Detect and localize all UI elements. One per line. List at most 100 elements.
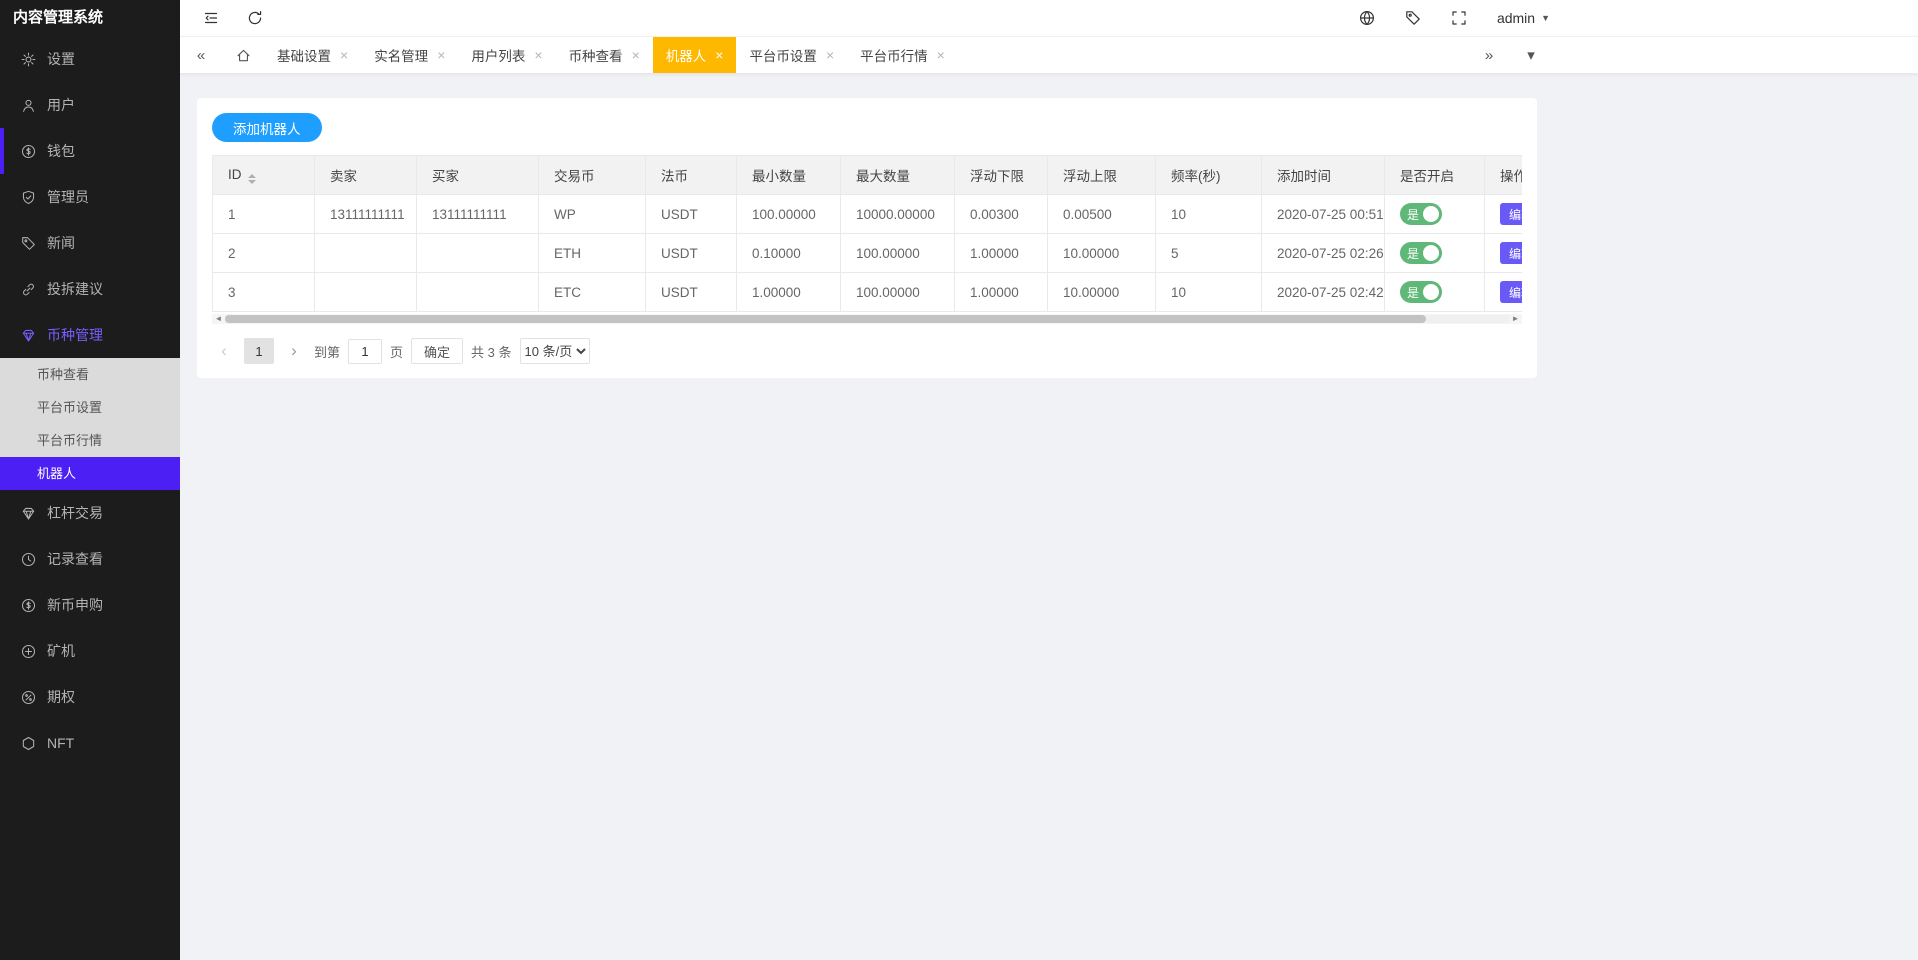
coin-icon <box>21 598 36 613</box>
column-header-3: 交易币 <box>538 155 646 195</box>
cell-coin: ETH <box>538 233 646 273</box>
tab-label: 币种查看 <box>568 49 623 64</box>
refresh-icon[interactable] <box>247 10 263 26</box>
sidebar-subitem-robot[interactable]: 机器人 <box>0 457 180 490</box>
column-header-1: 卖家 <box>314 155 417 195</box>
fullscreen-icon[interactable] <box>1451 10 1467 26</box>
toggle-knob <box>1423 206 1439 222</box>
column-header-11: 是否开启 <box>1384 155 1485 195</box>
sidebar-item-nft[interactable]: NFT <box>0 720 180 766</box>
home-tab-button[interactable] <box>222 37 264 73</box>
cell-float_min: 1.00000 <box>954 272 1048 312</box>
close-icon[interactable]: × <box>937 48 945 62</box>
close-icon[interactable]: × <box>534 48 542 62</box>
user-menu[interactable]: admin ▼ <box>1497 10 1550 26</box>
enabled-toggle[interactable]: 是 <box>1400 281 1442 303</box>
link-icon <box>21 282 36 297</box>
cell-float_max: 10.00000 <box>1047 233 1156 273</box>
tab-item-3[interactable]: 币种查看 × <box>556 37 653 73</box>
enabled-toggle[interactable]: 是 <box>1400 242 1442 264</box>
cell-coin: ETC <box>538 272 646 312</box>
cell-fiat: USDT <box>645 233 737 273</box>
sidebar-item-coin-manage[interactable]: 币种管理 <box>0 312 180 358</box>
sidebar-item-label: 管理员 <box>47 189 89 205</box>
sort-asc-icon[interactable] <box>247 173 256 178</box>
edit-button[interactable]: 编辑 <box>1500 242 1522 264</box>
hexagon-icon <box>21 736 36 751</box>
tag-icon <box>21 236 36 251</box>
tab-label: 机器人 <box>665 49 707 64</box>
sidebar-item-leverage[interactable]: 杠杆交易 <box>0 490 180 536</box>
sidebar-item-label: 杠杆交易 <box>47 505 103 521</box>
column-header-8: 浮动上限 <box>1047 155 1156 195</box>
enabled-toggle[interactable]: 是 <box>1400 203 1442 225</box>
scrollbar-thumb[interactable] <box>225 315 1426 323</box>
app-root: 内容管理系统 设置 用户 钱包 管理员 新闻 投拆建议 币种管理 币种查看 平台币设置 平台币行情… <box>0 0 1918 960</box>
scroll-left-arrow[interactable]: ◄ <box>212 314 225 324</box>
sidebar-item-settings[interactable]: 设置 <box>0 36 180 82</box>
diamond-icon <box>21 328 36 343</box>
column-header-0[interactable]: ID <box>212 155 315 195</box>
tab-item-6[interactable]: 平台币行情 × <box>847 37 958 73</box>
menu-fold-icon[interactable] <box>203 10 219 26</box>
topbar-right: admin ▼ <box>1359 0 1550 36</box>
horizontal-scrollbar[interactable]: ◄ ► <box>212 314 1522 324</box>
edit-button[interactable]: 编辑 <box>1500 203 1522 225</box>
sidebar-item-wallet[interactable]: 钱包 <box>0 128 180 174</box>
column-header-10: 添加时间 <box>1261 155 1385 195</box>
toggle-label: 是 <box>1407 207 1420 222</box>
confirm-page-button[interactable]: 确定 <box>411 338 464 364</box>
sidebar-subitem-platform-coin-settings[interactable]: 平台币设置 <box>0 391 180 424</box>
tabs-scroll-right-button[interactable]: » <box>1468 37 1510 73</box>
cell-fiat: USDT <box>645 272 737 312</box>
tabs-scroll-left-button[interactable]: « <box>180 37 222 73</box>
sort-icons[interactable] <box>247 173 256 184</box>
globe-icon[interactable] <box>1359 10 1375 26</box>
sidebar-item-miner[interactable]: 矿机 <box>0 628 180 674</box>
sidebar-item-admins[interactable]: 管理员 <box>0 174 180 220</box>
sidebar-item-options[interactable]: 期权 <box>0 674 180 720</box>
cell-fiat: USDT <box>645 194 737 234</box>
edit-button[interactable]: 编辑 <box>1500 281 1522 303</box>
sidebar-item-users[interactable]: 用户 <box>0 82 180 128</box>
close-icon[interactable]: × <box>715 48 723 62</box>
sidebar-subitem-coin-view[interactable]: 币种查看 <box>0 358 180 391</box>
add-robot-button[interactable]: 添加机器人 <box>212 113 322 142</box>
cell-seller <box>314 233 417 273</box>
scrollbar-track[interactable] <box>225 315 1509 323</box>
content-area: 添加机器人 ID 卖家 买家 交易币 法币 最小数量 最大数量 浮动下限 浮动上限 频率(秒) 添加… <box>180 74 1918 960</box>
scroll-right-arrow[interactable]: ► <box>1509 314 1522 324</box>
caret-down-icon: ▼ <box>1541 13 1550 23</box>
toggle-knob <box>1423 284 1439 300</box>
sidebar-subitem-platform-coin-market[interactable]: 平台币行情 <box>0 424 180 457</box>
sort-desc-icon[interactable] <box>247 179 256 184</box>
tab-item-1[interactable]: 实名管理 × <box>361 37 458 73</box>
tabs-menu-button[interactable]: ▾ <box>1510 37 1552 73</box>
goto-page-input[interactable] <box>348 338 383 364</box>
page-number-button[interactable]: 1 <box>244 338 274 364</box>
close-icon[interactable]: × <box>437 48 445 62</box>
cell-min_amount: 1.00000 <box>736 272 841 312</box>
tag-icon[interactable] <box>1405 10 1421 26</box>
close-icon[interactable]: × <box>340 48 348 62</box>
sidebar-item-label: 记录查看 <box>47 551 103 567</box>
tab-item-0[interactable]: 基础设置 × <box>264 37 361 73</box>
close-icon[interactable]: × <box>826 48 834 62</box>
cell-buyer <box>416 272 539 312</box>
close-icon[interactable]: × <box>632 48 640 62</box>
prev-page-button[interactable]: ‹ <box>212 338 236 364</box>
shield-icon <box>21 190 36 205</box>
tab-item-2[interactable]: 用户列表 × <box>458 37 555 73</box>
next-page-button[interactable]: › <box>282 338 306 364</box>
tab-item-5[interactable]: 平台币设置 × <box>736 37 847 73</box>
toggle-label: 是 <box>1407 246 1420 261</box>
diamond-icon <box>21 506 36 521</box>
sidebar-item-records[interactable]: 记录查看 <box>0 536 180 582</box>
cell-buyer: 13111111111 <box>416 194 539 234</box>
sidebar-item-news[interactable]: 新闻 <box>0 220 180 266</box>
sidebar-item-feedback[interactable]: 投拆建议 <box>0 266 180 312</box>
gear-icon <box>21 52 36 67</box>
page-size-select[interactable]: 10 条/页 <box>519 338 590 364</box>
tab-item-4[interactable]: 机器人 × <box>652 37 737 73</box>
sidebar-item-new-coin[interactable]: 新币申购 <box>0 582 180 628</box>
